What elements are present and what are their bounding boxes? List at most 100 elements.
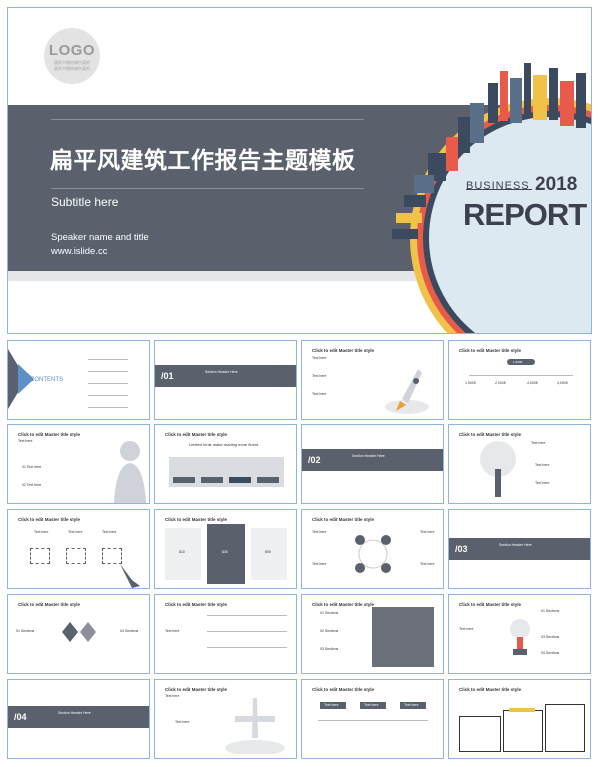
section-number: /02 [308, 455, 321, 465]
person-silhouette [114, 441, 146, 503]
thumb-text: Text here [531, 441, 546, 445]
thumb-text: Text here [535, 481, 550, 485]
diamond-photos [62, 622, 96, 642]
thumbnail-section-03[interactable]: /03 Section Header Here [448, 509, 591, 589]
thumb-title: Click to edit Master title style [459, 602, 522, 607]
thumbnail-airplane[interactable]: Click to edit Master title style Text he… [154, 679, 297, 759]
logo-subtext: 國家中國結構色藝術 [54, 66, 90, 71]
thumbnail-diamonds[interactable]: Click to edit Master title style 01 Sect… [7, 594, 150, 674]
thumb-text: Text here [34, 530, 49, 534]
section-header: Section Header Here [352, 454, 385, 458]
badge-report: REPORT [463, 197, 587, 232]
thumb-value: 1,000K [465, 381, 477, 385]
thumbnail-rocket[interactable]: Click to edit Master title style Text he… [301, 340, 444, 420]
thumb-text: 01 Sections [16, 629, 35, 633]
thumb-price: $30 [222, 550, 228, 554]
thumb-text: Limited fonts make reading more fluent. [189, 442, 260, 447]
thumb-price: $90 [265, 550, 271, 554]
thumb-text: Text here [312, 356, 327, 360]
speaker-block[interactable]: Speaker name and title www.islide.cc [51, 231, 149, 259]
speaker-name: Speaker name and title [51, 232, 149, 243]
thumb-title: Click to edit Master title style [459, 687, 522, 692]
thumb-title: Click to edit Master title style [459, 348, 522, 353]
thumbnail-hand[interactable]: Click to edit Master title style Text he… [7, 509, 150, 589]
main-slide-preview[interactable]: LOGO 國家中國結構色藝術 國家中國結構色藝術 扁平风建筑工作报告主题模板 S… [7, 7, 592, 334]
section-number: /03 [455, 544, 468, 554]
thumbnail-section-04[interactable]: /04 Section Header Here [7, 679, 150, 759]
logo-text: LOGO [48, 42, 96, 59]
thumbnail-org-chart[interactable]: Click to edit Master title style 1,000K … [448, 340, 591, 420]
contents-label: CONTENTS [30, 377, 63, 383]
thumbnail-fonts[interactable]: Click to edit Master title style Limited… [154, 424, 297, 504]
thumb-title: Click to edit Master title style [312, 687, 375, 692]
thumb-text: 01 Sections [320, 611, 339, 615]
badge-business: BUSINESS [466, 180, 530, 192]
thumbnail-person[interactable]: Click to edit Master title style Text he… [7, 424, 150, 504]
thumb-text: Text here [165, 694, 180, 698]
thumbnail-boxes[interactable]: Click to edit Master title style [448, 679, 591, 759]
thumb-value: 3,000K [557, 381, 569, 385]
thumbnail-tree[interactable]: Click to edit Master title style Text he… [448, 424, 591, 504]
thumb-title: Click to edit Master title style [312, 602, 375, 607]
thumbnail-cycle[interactable]: Click to edit Master title style Text he… [301, 509, 444, 589]
thumb-text: Text here [420, 562, 435, 566]
thumb-text: 01 Text here [22, 465, 42, 469]
slide-title[interactable]: 扁平风建筑工作报告主题模板 [50, 141, 356, 175]
website: www.islide.cc [51, 246, 108, 257]
thumb-value: 2,000K [495, 381, 507, 385]
thumbnail-section-02[interactable]: /02 Section Header Here [301, 424, 444, 504]
thumb-title: Click to edit Master title style [459, 432, 522, 437]
city-photo [372, 607, 434, 667]
thumb-title: Click to edit Master title style [165, 602, 228, 607]
thumb-text: Text here [364, 703, 379, 707]
thumb-text: Text here [459, 627, 474, 631]
thumb-title: Click to edit Master title style [312, 348, 375, 353]
thumb-title: Click to edit Master title style [18, 517, 81, 522]
section-header: Section Header Here [499, 543, 532, 547]
thumb-title: Click to edit Master title style [312, 517, 375, 522]
thumbnail-contents[interactable]: CONTENTS [7, 340, 150, 420]
thumb-text: Text here [404, 703, 419, 707]
thumb-text: 02 Text here [22, 483, 42, 487]
thumb-price: $10 [179, 550, 185, 554]
section-number: /01 [161, 371, 174, 381]
divider [51, 188, 364, 189]
section-header: Section Header Here [205, 370, 238, 374]
thumb-text: 04 Sections [120, 629, 139, 633]
thumbnail-pricing[interactable]: Click to edit Master title style $10 $30… [154, 509, 297, 589]
thumb-text: Text here [18, 439, 33, 443]
thumb-text: 01 Sections [541, 609, 560, 613]
logo-subtext: 國家中國結構色藝術 [54, 60, 90, 65]
thumb-text: Text here [312, 374, 327, 378]
thumb-text: Text here [535, 463, 550, 467]
thumb-text: Text here [324, 703, 339, 707]
thumb-title: Click to edit Master title style [165, 517, 228, 522]
slide-subtitle[interactable]: Subtitle here [51, 195, 118, 209]
cycle-diagram [355, 535, 391, 573]
badge-year: 2018 [535, 174, 578, 195]
thumbnail-trophy[interactable]: Click to edit Master title style Text he… [448, 594, 591, 674]
thumb-text: 04 Sections [541, 651, 560, 655]
thumbnail-section-01[interactable]: /01 Section Header Here [154, 340, 297, 420]
thumb-text: Text here [165, 629, 180, 633]
thumb-text: Text here [420, 530, 435, 534]
thumb-title: Click to edit Master title style [165, 432, 228, 437]
thumb-text: Text here [102, 530, 117, 534]
thumbnail-timeline[interactable]: Click to edit Master title style Text he… [154, 594, 297, 674]
thumb-title: Click to edit Master title style [18, 432, 81, 437]
section-number: /04 [14, 712, 27, 722]
trophy-icon [510, 619, 530, 655]
thumb-title: Click to edit Master title style [165, 687, 228, 692]
logo: LOGO 國家中國結構色藝術 國家中國結構色藝術 [44, 28, 100, 84]
thumb-text: 03 Sections [320, 647, 339, 651]
section-header: Section Header Here [58, 711, 91, 715]
divider [51, 119, 364, 120]
airplane-icon [225, 698, 285, 754]
thumb-text: Text here [175, 720, 190, 724]
thumbnail-steps[interactable]: Click to edit Master title style Text he… [301, 679, 444, 759]
rocket-icon [385, 369, 429, 414]
thumb-text: Text here [312, 562, 327, 566]
thumb-text: Text here [312, 530, 327, 534]
thumbnail-photo[interactable]: Click to edit Master title style 01 Sect… [301, 594, 444, 674]
thumb-text: 02 Sections [320, 629, 339, 633]
